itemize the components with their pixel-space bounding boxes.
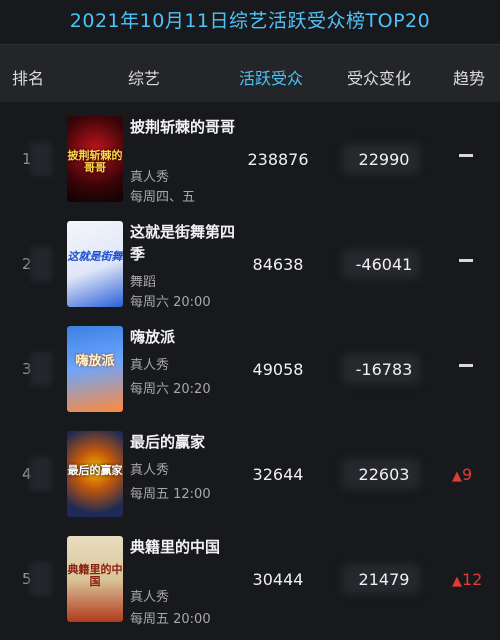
trend-flat-icon	[459, 259, 473, 262]
poster-text: 嗨放派	[75, 354, 115, 369]
blur-mask	[30, 142, 52, 176]
active-audience: 32644	[252, 465, 304, 484]
table-row[interactable]: 1 披荆斩棘的哥哥 披荆斩棘的哥哥 真人秀 每周四、五 238876 22990	[0, 108, 500, 213]
show-name[interactable]: 嗨放派	[130, 326, 240, 348]
show-poster[interactable]: 最后的赢家	[67, 431, 123, 517]
show-poster[interactable]: 典籍里的中国	[67, 536, 123, 622]
show-genre: 真人秀	[130, 358, 170, 373]
show-poster[interactable]: 嗨放派	[67, 326, 123, 412]
table-row[interactable]: 4 最后的赢家 最后的赢家 真人秀 每周五 12:00 32644 22603 …	[0, 423, 500, 528]
header-trend[interactable]: 趋势	[453, 65, 485, 89]
audience-change: -46041	[355, 255, 413, 274]
table-header: 排名 综艺 活跃受众 受众变化 趋势	[0, 44, 500, 102]
show-name[interactable]: 这就是街舞第四季	[130, 221, 240, 265]
show-name[interactable]: 披荆斩棘的哥哥	[130, 116, 240, 138]
header-audience-change[interactable]: 受众变化	[347, 65, 411, 89]
blur-mask	[30, 247, 52, 281]
show-name[interactable]: 最后的赢家	[130, 431, 240, 453]
blur-mask	[30, 562, 52, 596]
poster-text: 这就是街舞	[67, 250, 123, 263]
show-poster[interactable]: 披荆斩棘的哥哥	[67, 116, 123, 202]
audience-change: 22990	[358, 150, 410, 169]
arrow-up-icon: ▲	[452, 574, 462, 589]
blur-mask	[30, 352, 52, 386]
blur-mask	[30, 457, 52, 491]
poster-text: 最后的赢家	[67, 464, 123, 477]
show-schedule: 每周四、五	[130, 190, 196, 205]
trend-value: 9	[462, 465, 473, 484]
header-active-audience[interactable]: 活跃受众	[239, 65, 303, 89]
header-rank[interactable]: 排名	[12, 65, 44, 89]
trend-up: ▲12	[452, 570, 482, 589]
trend-flat-icon	[459, 364, 473, 367]
show-genre: 真人秀	[130, 590, 170, 605]
audience-change: 22603	[358, 465, 410, 484]
show-name[interactable]: 典籍里的中国	[130, 536, 240, 558]
trend-value: 12	[462, 570, 483, 589]
trend-up: ▲9	[452, 465, 472, 484]
table-row[interactable]: 2 这就是街舞 这就是街舞第四季 舞蹈 每周六 20:00 84638 -460…	[0, 213, 500, 318]
audience-change: 21479	[358, 570, 410, 589]
header-show[interactable]: 综艺	[128, 65, 160, 89]
table-row[interactable]: 5 典籍里的中国 典籍里的中国 真人秀 每周五 20:00 30444 2147…	[0, 528, 500, 633]
show-genre: 舞蹈	[130, 275, 157, 290]
show-poster[interactable]: 这就是街舞	[67, 221, 123, 307]
show-genre: 真人秀	[130, 463, 170, 478]
show-schedule: 每周六 20:20	[130, 382, 211, 397]
active-audience: 49058	[252, 360, 304, 379]
page-title: 2021年10月11日综艺活跃受众榜TOP20	[69, 10, 431, 32]
show-schedule: 每周五 20:00	[130, 612, 211, 627]
active-audience: 238876	[247, 150, 309, 169]
poster-text: 披荆斩棘的哥哥	[67, 149, 123, 174]
active-audience: 84638	[252, 255, 304, 274]
active-audience: 30444	[252, 570, 304, 589]
audience-change: -16783	[355, 360, 413, 379]
poster-text: 典籍里的中国	[67, 563, 123, 588]
show-schedule: 每周六 20:00	[130, 295, 211, 310]
show-genre: 真人秀	[130, 170, 170, 185]
arrow-up-icon: ▲	[452, 469, 462, 484]
show-schedule: 每周五 12:00	[130, 487, 211, 502]
trend-flat-icon	[459, 154, 473, 157]
table-row[interactable]: 3 嗨放派 嗨放派 真人秀 每周六 20:20 49058 -16783	[0, 318, 500, 423]
